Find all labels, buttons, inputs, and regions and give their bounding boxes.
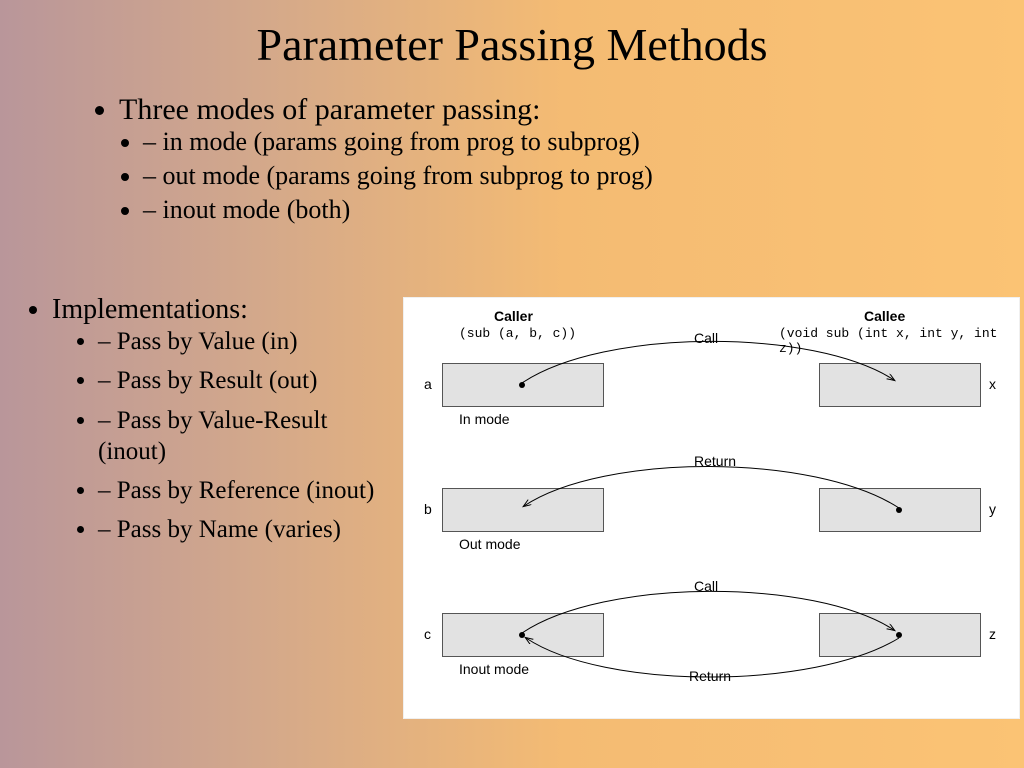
- diagram: Caller (sub (a, b, c)) Callee (void sub …: [404, 298, 1019, 718]
- row1-left-box: [442, 488, 604, 532]
- row1-dot: [896, 507, 902, 513]
- row2-left: c: [424, 626, 431, 642]
- row0-top-label: Call: [694, 330, 718, 346]
- row2-bottom-label: Return: [689, 668, 731, 684]
- callee-code: (void sub (int x, int y, int z)): [779, 326, 1019, 356]
- impl-item: Pass by Name (varies): [98, 514, 400, 545]
- row2-top-label: Call: [694, 578, 718, 594]
- slide-title: Parameter Passing Methods: [0, 0, 1024, 71]
- row1-mode: Out mode: [459, 536, 520, 552]
- implementations-heading-item: Implementations: Pass by Value (in) Pass…: [52, 294, 400, 546]
- row0-right-box: [819, 363, 981, 407]
- row2-mode: Inout mode: [459, 661, 529, 677]
- row2-left-dot: [519, 632, 525, 638]
- modes-item: in mode (params going from prog to subpr…: [143, 127, 1024, 157]
- row0-right: x: [989, 376, 996, 392]
- row0-left: a: [424, 376, 432, 392]
- impl-item: Pass by Value (in): [98, 326, 400, 357]
- modes-item: inout mode (both): [143, 195, 1024, 225]
- callee-title: Callee: [864, 308, 905, 324]
- modes-item: out mode (params going from subprog to p…: [143, 161, 1024, 191]
- implementations-heading: Implementations:: [52, 294, 248, 325]
- row1-right: y: [989, 501, 996, 517]
- impl-item: Pass by Reference (inout): [98, 475, 400, 506]
- row2-right-dot: [896, 632, 902, 638]
- caller-title: Caller: [494, 308, 533, 324]
- modes-list: in mode (params going from prog to subpr…: [119, 127, 1024, 225]
- implementations-block: Implementations: Pass by Value (in) Pass…: [0, 294, 400, 768]
- caller-code: (sub (a, b, c)): [459, 326, 576, 341]
- modes-heading-item: Three modes of parameter passing: in mod…: [119, 93, 1024, 225]
- implementations-list: Pass by Value (in) Pass by Result (out) …: [76, 326, 400, 546]
- impl-item: Pass by Value-Result (inout): [98, 405, 400, 468]
- modes-block: Three modes of parameter passing: in mod…: [95, 93, 1024, 225]
- modes-heading: Three modes of parameter passing:: [119, 93, 541, 126]
- row1-left: b: [424, 501, 432, 517]
- row0-dot: [519, 382, 525, 388]
- row0-mode: In mode: [459, 411, 510, 427]
- impl-item: Pass by Result (out): [98, 365, 400, 396]
- row2-right: z: [989, 626, 996, 642]
- row1-top-label: Return: [694, 453, 736, 469]
